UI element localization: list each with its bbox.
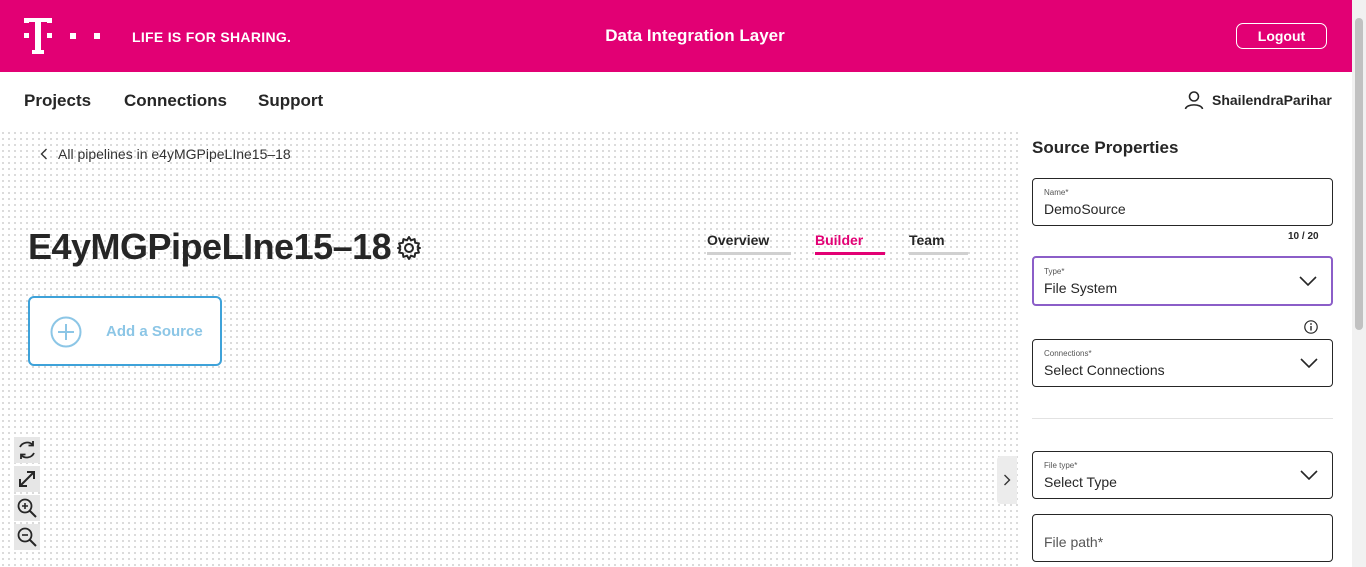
chevron-down-icon [1299, 276, 1317, 286]
user-name: ShailendraParihar [1212, 92, 1332, 108]
file-path-placeholder: File path* [1044, 534, 1104, 550]
zoom-out-button[interactable] [14, 524, 40, 550]
plus-circle-icon [50, 316, 82, 348]
connections-field-value: Select Connections [1044, 362, 1165, 378]
section-divider [1032, 418, 1333, 419]
breadcrumb-link[interactable]: All pipelines in e4yMGPipeLIne15–18 [58, 146, 291, 162]
file-type-select[interactable]: File type* Select Type [1032, 451, 1333, 499]
scrollbar-thumb[interactable] [1355, 18, 1363, 330]
chevron-left-icon [40, 148, 47, 160]
file-type-field-label: File type* [1044, 461, 1078, 470]
page-scrollbar[interactable] [1352, 0, 1366, 567]
fit-to-screen-button[interactable] [14, 466, 40, 492]
name-field[interactable]: Name* DemoSource [1032, 178, 1333, 226]
name-field-value[interactable]: DemoSource [1044, 201, 1126, 217]
main-navigation: Projects Connections Support ShailendraP… [0, 72, 1352, 130]
chevron-down-icon [1300, 470, 1318, 480]
nav-item-connections[interactable]: Connections [124, 91, 227, 111]
panel-title: Source Properties [1032, 138, 1179, 157]
type-field-label: Type* [1044, 267, 1065, 276]
nav-item-support[interactable]: Support [258, 91, 323, 111]
source-properties-panel: Source Properties Name* DemoSource 10 / … [1018, 130, 1352, 567]
name-char-counter: 10 / 20 [1288, 231, 1319, 242]
top-header-bar: LIFE IS FOR SHARING. Data Integration La… [0, 0, 1352, 72]
app-title: Data Integration Layer [605, 26, 785, 45]
name-field-label: Name* [1044, 188, 1069, 197]
refresh-icon [19, 441, 35, 459]
zoom-in-button[interactable] [14, 495, 40, 521]
tab-builder-underline [815, 252, 885, 255]
info-icon[interactable] [1304, 320, 1318, 334]
tab-overview-underline [707, 252, 791, 255]
panel-toggle-button[interactable] [997, 456, 1017, 504]
tab-team-underline [909, 252, 968, 255]
file-type-field-value: Select Type [1044, 474, 1117, 490]
refresh-button[interactable] [14, 437, 40, 463]
nav-item-projects[interactable]: Projects [24, 91, 91, 111]
user-icon [1184, 91, 1204, 110]
type-field-value: File System [1044, 280, 1118, 296]
zoom-out-icon [17, 527, 37, 547]
chevron-right-icon [1004, 474, 1011, 486]
zoom-in-icon [17, 498, 37, 518]
connections-field-label: Connections* [1044, 349, 1092, 358]
breadcrumb[interactable]: All pipelines in e4yMGPipeLIne15–18 [40, 146, 291, 162]
pipeline-canvas[interactable]: All pipelines in e4yMGPipeLIne15–18 E4yM… [0, 130, 1018, 567]
chevron-down-icon [1300, 358, 1318, 368]
page-title: E4yMGPipeLIne15–18 [28, 226, 392, 267]
fit-to-screen-icon [19, 471, 35, 487]
connections-select[interactable]: Connections* Select Connections [1032, 339, 1333, 387]
file-path-field[interactable]: File path* [1032, 514, 1333, 562]
logout-button[interactable]: Logout [1236, 23, 1327, 49]
add-source-label: Add a Source [106, 323, 203, 340]
add-source-button[interactable]: Add a Source [28, 296, 222, 366]
user-menu[interactable]: ShailendraParihar [1184, 90, 1332, 110]
type-select[interactable]: Type* File System [1032, 256, 1333, 306]
gear-icon[interactable] [396, 235, 422, 261]
